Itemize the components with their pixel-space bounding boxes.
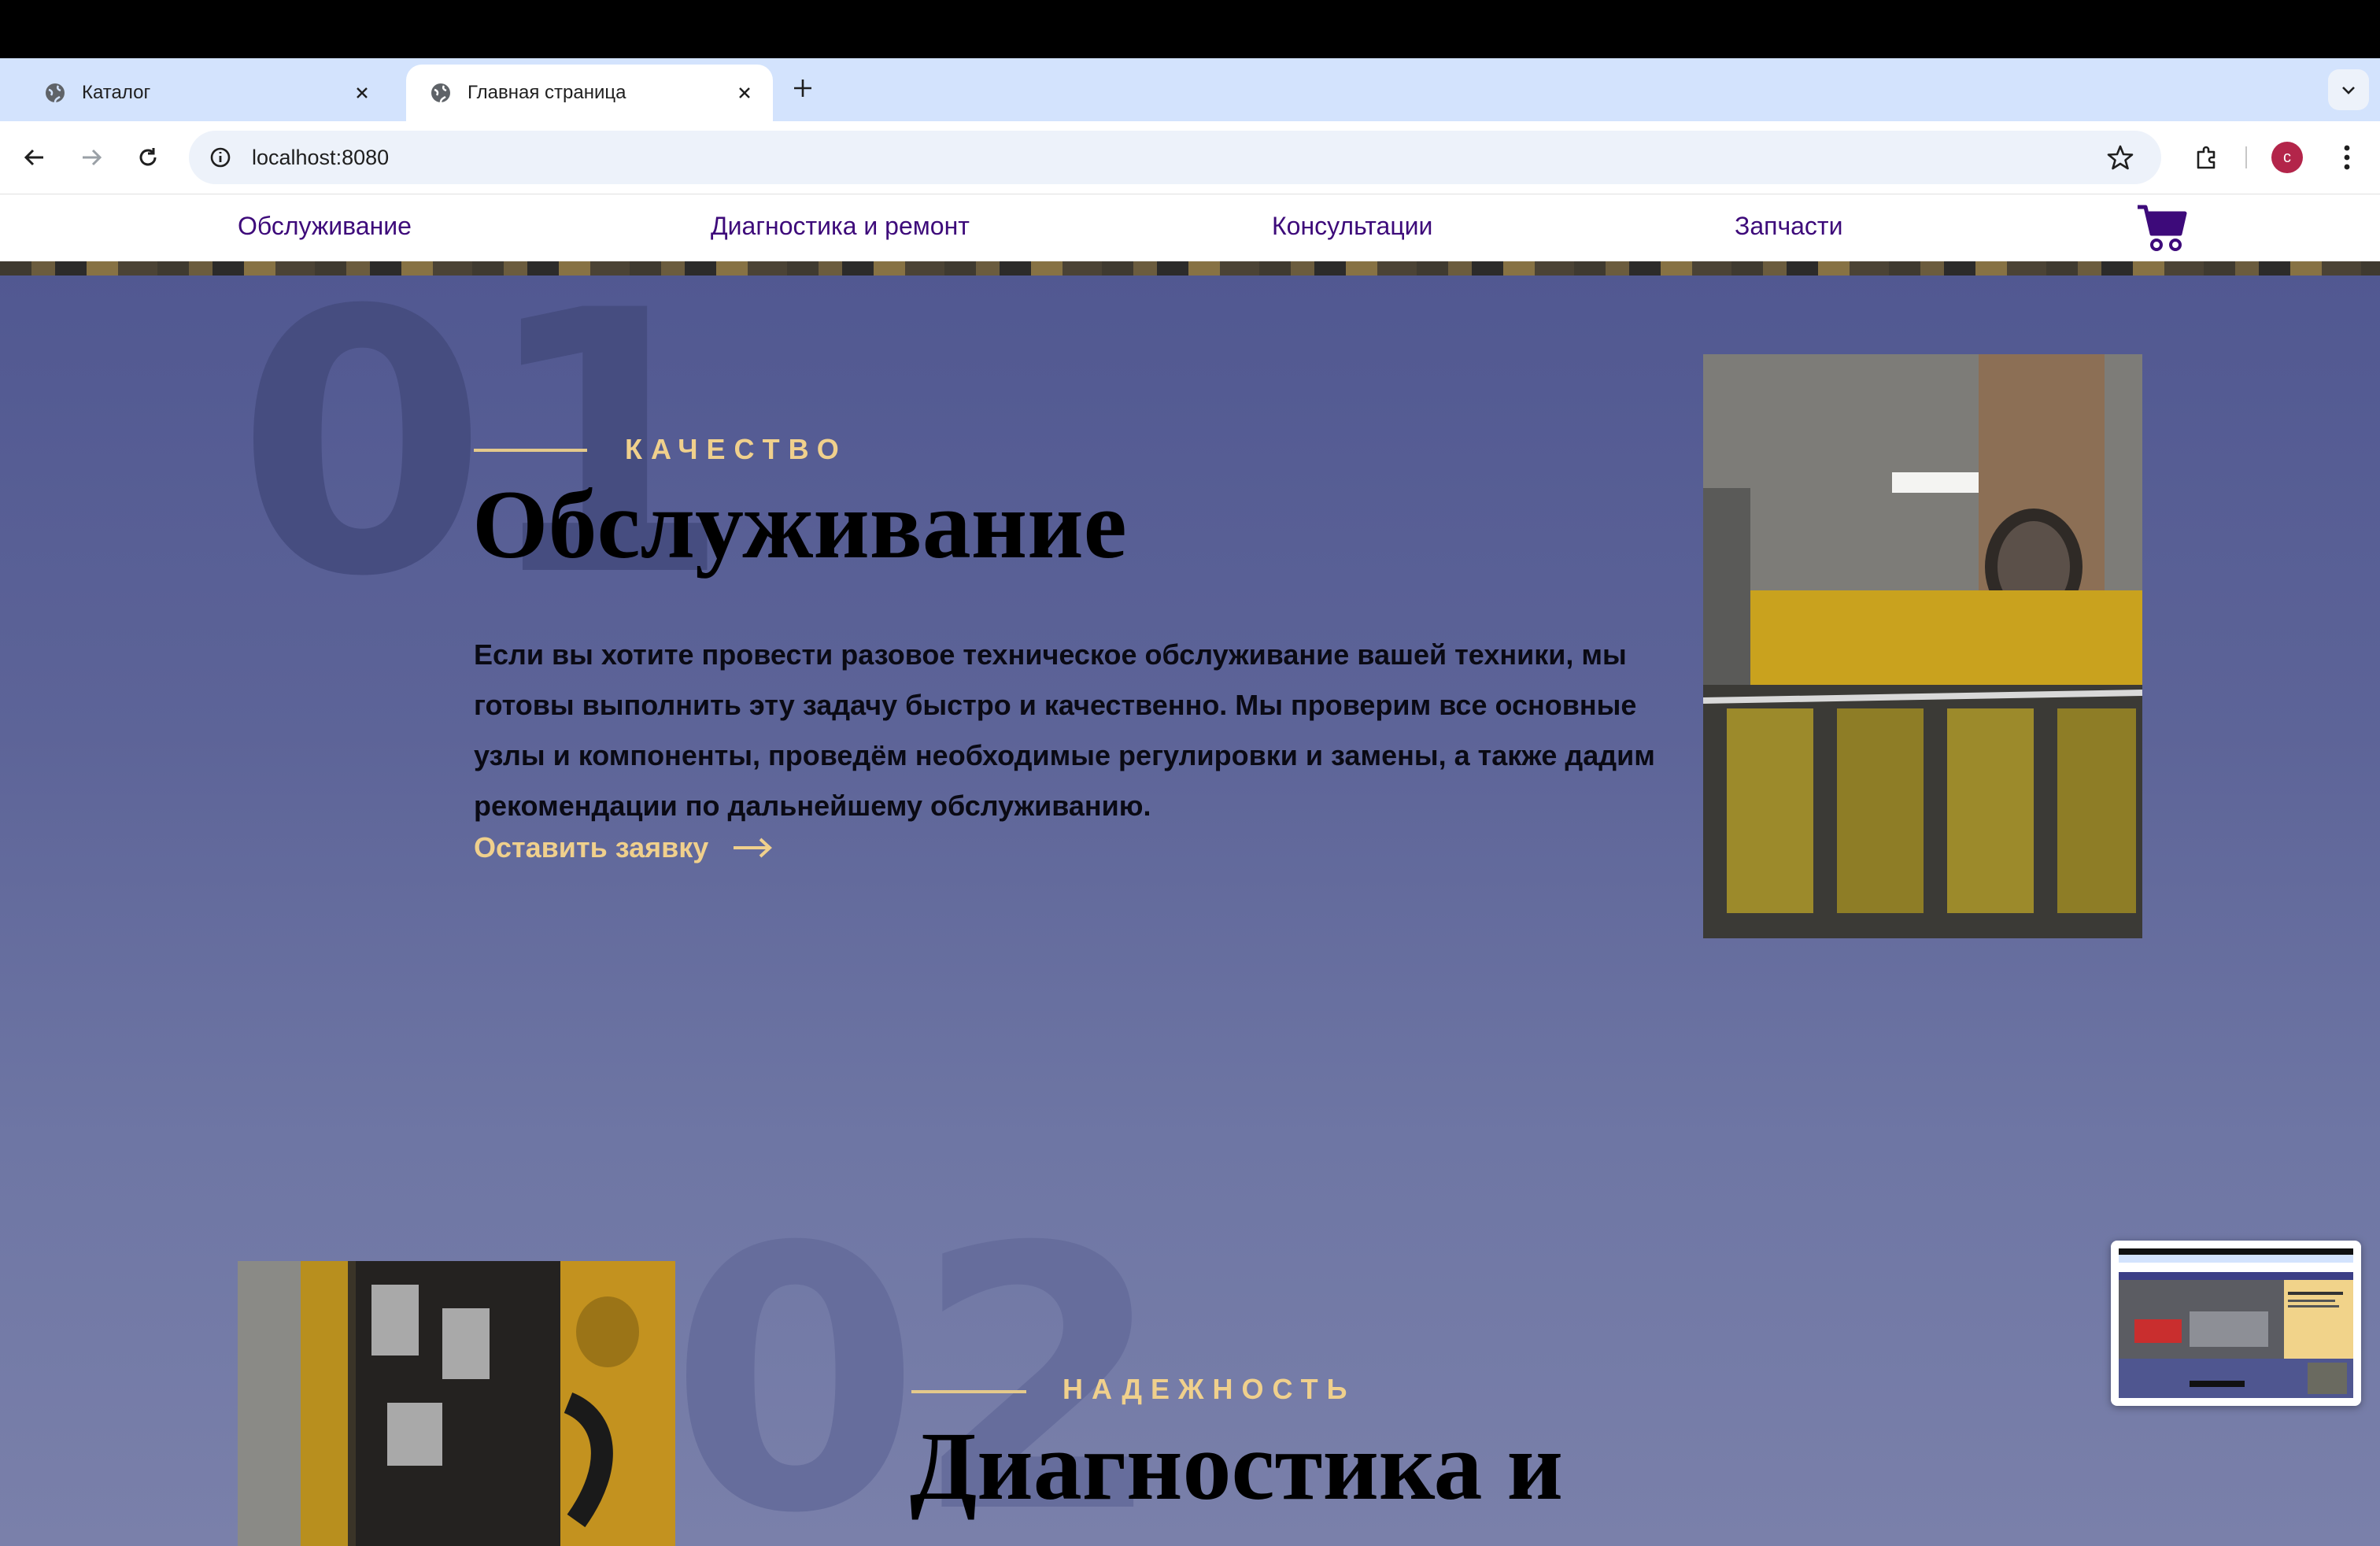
globe-icon [430,82,452,104]
reload-icon[interactable] [129,139,167,176]
forward-arrow-icon[interactable] [72,139,110,176]
tab-catalog[interactable]: Каталог [20,65,390,121]
screenshot-preview-thumbnail[interactable] [2111,1241,2361,1406]
toolbar-separator [2245,146,2247,168]
section-description: Если вы хотите провести разовое техничес… [474,638,1655,822]
nav-link-diagnostics[interactable]: Диагностика и ремонт [711,212,970,241]
engine-photo-2 [238,1261,675,1546]
kebab-menu-icon[interactable] [2328,139,2366,176]
close-tab-icon[interactable] [730,79,759,107]
new-tab-plus-icon[interactable] [787,72,819,104]
tab-title: Главная страница [468,82,626,103]
tab-search-chevron-icon[interactable] [2328,69,2369,110]
browser-toolbar: localhost:8080 c [0,121,2380,194]
section-title-diagnostics: Диагностика и [910,1412,1563,1520]
back-arrow-icon[interactable] [16,139,54,176]
page-content: Обслуживание Диагностика и ремонт Консул… [0,194,2380,1546]
bookmark-star-icon[interactable] [2105,142,2136,173]
globe-icon [44,82,66,104]
tab-title: Каталог [82,82,151,103]
tab-strip: Каталог Главная страница [0,58,2380,121]
section-eyebrow-quality: КАЧЕСТВО [625,433,848,465]
nav-link-consultations[interactable]: Консультации [1272,212,1432,241]
tab-home[interactable]: Главная страница [406,65,773,121]
leave-request-link[interactable]: Оставить заявку [474,831,773,864]
close-tab-icon[interactable] [348,79,376,107]
screen-top-bar [0,0,2380,58]
eyebrow-line [474,449,587,452]
arrow-right-icon [732,836,773,860]
url-text[interactable]: localhost:8080 [252,146,389,170]
section-eyebrow-reliability: НАДЕЖНОСТЬ [1062,1373,1356,1405]
address-bar[interactable]: localhost:8080 [189,131,2161,184]
eyebrow-line [911,1390,1026,1393]
shopping-cart-icon[interactable] [2136,202,2190,254]
leave-request-label: Оставить заявку [474,831,709,864]
nav-link-parts[interactable]: Запчасти [1735,212,1842,241]
site-info-icon[interactable] [206,143,235,172]
extensions-puzzle-icon[interactable] [2188,139,2226,176]
section-title-service: Обслуживание [472,471,1127,579]
engine-photo [1703,354,2142,938]
profile-avatar[interactable]: c [2271,142,2303,173]
